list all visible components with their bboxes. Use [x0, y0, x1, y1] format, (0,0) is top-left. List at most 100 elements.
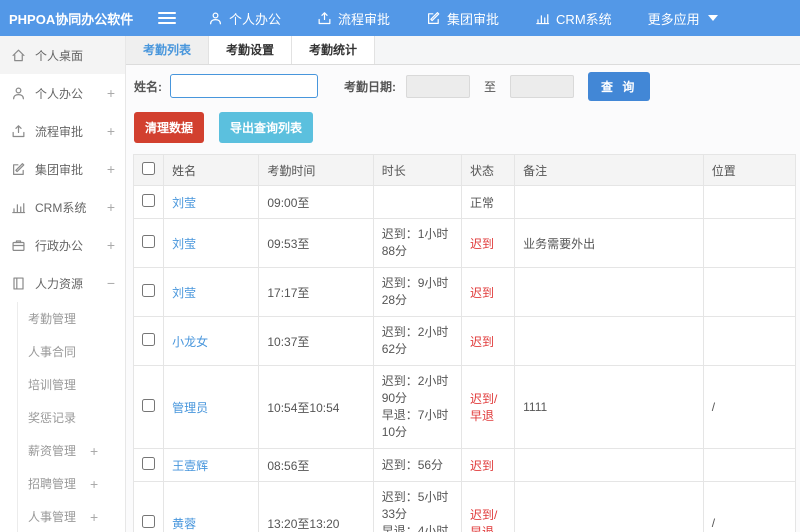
menu-icon[interactable] — [158, 12, 176, 24]
tab-2[interactable]: 考勤设置 — [209, 36, 293, 64]
sidebar-item-label: 人力资源 — [35, 276, 84, 291]
sidebar-item-label: 行政办公 — [35, 238, 84, 253]
table-row: 王壹辉 08:56至 迟到：56分 迟到 — [132, 448, 797, 482]
row-checkbox[interactable] — [142, 194, 156, 207]
sidebar-subitem-7[interactable]: 考勤管理 — [18, 302, 125, 335]
tab-3[interactable]: 考勤统计 — [292, 36, 376, 64]
duration-line: 早退：7小时10分 — [381, 408, 449, 439]
row-checkbox[interactable] — [142, 457, 156, 470]
edit-icon — [426, 11, 441, 26]
topnav-item-4[interactable]: CRM系统 — [535, 9, 612, 28]
employee-name-link[interactable]: 管理员 — [172, 401, 208, 415]
duration-line: 迟到：5小时33分 — [381, 490, 449, 521]
status-badge: 迟到 — [469, 285, 494, 300]
search-button[interactable]: 查 询 — [588, 71, 651, 101]
employee-name-link[interactable]: 小龙女 — [172, 335, 208, 349]
topnav-item-3[interactable]: 集团审批 — [426, 9, 499, 28]
row-checkbox[interactable] — [142, 399, 156, 412]
status-badge: 迟到 — [469, 334, 494, 349]
sidebar-subitem-12[interactable]: 招聘管理 + — [18, 467, 125, 500]
sidebar-subitem-11[interactable]: 薪资管理 + — [18, 434, 125, 467]
row-select-cell — [132, 316, 165, 366]
row-checkbox[interactable] — [142, 284, 156, 297]
date-from-input[interactable] — [406, 74, 470, 98]
status-badge: 迟到 — [469, 236, 494, 251]
location-cell — [702, 448, 797, 482]
employee-name-link[interactable]: 黄蓉 — [172, 517, 196, 531]
time-cell: 08:56至 — [258, 448, 374, 482]
row-select-cell — [132, 185, 165, 219]
expand-icon[interactable]: + — [107, 85, 115, 101]
employee-name-link[interactable]: 王壹辉 — [172, 459, 208, 473]
tab-bar: 考勤列表 考勤设置 考勤统计 — [126, 36, 800, 65]
location-cell: / — [702, 365, 797, 449]
topnav-item-2[interactable]: 流程审批 — [317, 9, 390, 28]
topnav-item-label: 流程审批 — [338, 11, 391, 27]
remark-cell — [514, 481, 704, 532]
user-icon — [208, 11, 223, 26]
expand-icon[interactable]: + — [107, 123, 115, 139]
share-icon — [317, 11, 332, 26]
expand-icon[interactable]: + — [107, 237, 115, 253]
sidebar-subitem-8[interactable]: 人事合同 — [18, 335, 125, 368]
employee-name-link[interactable]: 刘莹 — [172, 196, 196, 210]
tab-1[interactable]: 考勤列表 — [126, 36, 210, 64]
sidebar-subitem-9[interactable]: 培训管理 — [18, 368, 125, 401]
topnav-item-5[interactable]: 更多应用 — [648, 9, 718, 28]
remark-cell — [514, 185, 704, 219]
sidebar-item-3[interactable]: 集团审批 + — [0, 150, 125, 188]
name-cell: 刘莹 — [163, 267, 260, 317]
duration-line: 迟到：2小时62分 — [381, 325, 449, 356]
app-title: PHPOA协同办公软件 — [9, 11, 134, 27]
duration-cell: 迟到：2小时90分 早退：7小时10分 — [372, 365, 462, 449]
clean-data-button[interactable]: 清理数据 — [134, 112, 205, 143]
expand-icon[interactable]: + — [107, 161, 115, 177]
sidebar-subitem-10[interactable]: 奖惩记录 — [18, 401, 125, 434]
sidebar-item-4[interactable]: CRM系统 + — [0, 188, 125, 226]
employee-name-link[interactable]: 刘莹 — [172, 286, 196, 300]
row-checkbox[interactable] — [142, 235, 156, 248]
date-label: 考勤日期: — [344, 79, 396, 94]
date-to-input[interactable] — [510, 74, 575, 98]
duration-cell: 迟到：5小时33分早退：4小时67分 — [372, 481, 462, 532]
sidebar-subgroup: 考勤管理人事合同培训管理奖惩记录薪资管理+招聘管理+人事管理+基础类别设置+ — [17, 302, 125, 532]
location-cell: / — [702, 481, 797, 532]
expand-icon[interactable]: + — [90, 443, 98, 459]
sidebar-item-5[interactable]: 行政办公 + — [0, 226, 125, 264]
column-header-4: 状态 — [460, 154, 516, 186]
table-row: 刘莹 09:00至 正常 — [132, 185, 797, 219]
remark-cell: 业务需要外出 — [514, 218, 704, 268]
expand-icon[interactable]: + — [90, 476, 98, 492]
sidebar-item-6[interactable]: 人力资源 − — [0, 264, 125, 302]
sidebar-item-2[interactable]: 流程审批 + — [0, 112, 125, 150]
employee-name-link[interactable]: 刘莹 — [172, 237, 196, 251]
sidebar-item-0[interactable]: 个人桌面 — [0, 36, 125, 74]
expand-icon[interactable]: − — [107, 275, 115, 291]
sidebar-subitem-13[interactable]: 人事管理 + — [18, 500, 125, 532]
status-badge: 迟到/早退 — [469, 508, 498, 532]
duration-line: 早退：4小时67分 — [381, 524, 449, 532]
top-navigation: 个人办公 流程审批 集团审批 CRM系统 更多应用 — [208, 9, 718, 28]
briefcase-icon — [10, 238, 26, 253]
table-row: 刘莹 09:53至 迟到：1小时88分 迟到 业务需要外出 — [132, 218, 797, 268]
row-select-cell — [132, 365, 165, 449]
topnav-item-1[interactable]: 个人办公 — [208, 9, 281, 28]
row-checkbox[interactable] — [142, 515, 156, 528]
sidebar: 个人桌面 个人办公 + 流程审批 + 集团审批 + CRM系统 + 行政办公 + 人力资源 − 考勤管理人… — [0, 36, 126, 532]
sidebar-item-1[interactable]: 个人办公 + — [0, 74, 125, 112]
expand-icon[interactable]: + — [107, 199, 115, 215]
sidebar-subitem-label: 薪资管理 — [28, 444, 77, 458]
status-badge: 迟到 — [469, 458, 494, 473]
expand-icon[interactable]: + — [90, 509, 98, 525]
export-list-button[interactable]: 导出查询列表 — [219, 112, 314, 143]
row-checkbox[interactable] — [142, 333, 156, 346]
name-input[interactable] — [170, 74, 318, 98]
select-all-checkbox[interactable] — [142, 162, 156, 175]
name-cell: 黄蓉 — [163, 481, 260, 532]
time-cell: 13:20至13:20 — [258, 481, 374, 532]
topnav-item-label: 集团审批 — [447, 11, 500, 27]
status-cell: 正常 — [460, 185, 516, 219]
home-icon — [10, 48, 26, 63]
to-label: 至 — [484, 79, 497, 94]
column-header-2: 考勤时间 — [258, 154, 374, 186]
